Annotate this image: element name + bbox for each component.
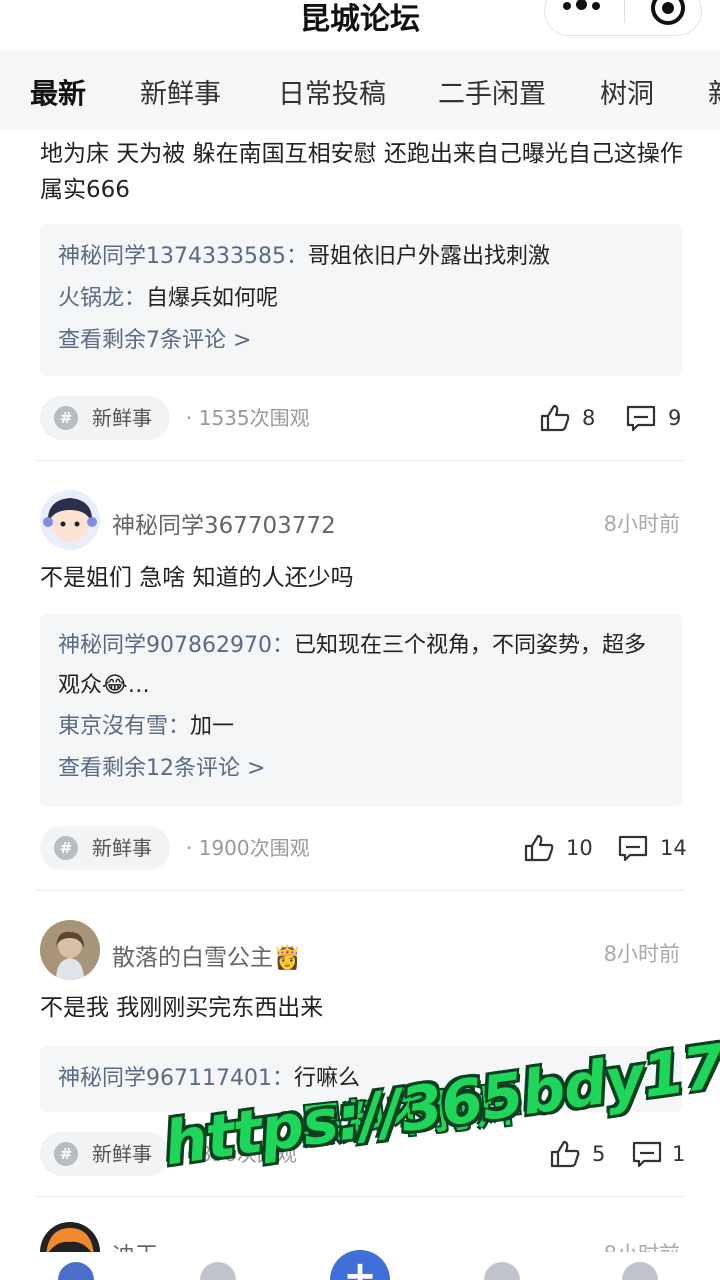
comment-author[interactable]: 神秘同学967117401： xyxy=(58,1066,294,1091)
hash-icon: # xyxy=(54,836,78,860)
post-author-name[interactable]: 神秘同学367703772 xyxy=(112,506,336,540)
divider xyxy=(36,460,684,461)
more-icon[interactable] xyxy=(563,0,607,15)
comment-preview[interactable]: 神秘同学907862970：已知现在三个视角，不同姿势，超多观众😂… 東京沒有雪… xyxy=(40,614,682,806)
comment-author[interactable]: 火锅龙： xyxy=(58,286,146,311)
comment-button[interactable]: 1 xyxy=(632,1132,686,1176)
topic-tag-label: 新鲜事 xyxy=(92,836,152,860)
thumbs-up-icon xyxy=(524,834,554,862)
comment-item: 火锅龙：自爆兵如何呢 xyxy=(58,278,664,320)
comment-author[interactable]: 東京沒有雪： xyxy=(58,714,190,739)
comment-item: 神秘同学907862970：已知现在三个视角，不同姿势，超多观众😂… xyxy=(58,626,664,706)
comment-count: 14 xyxy=(660,836,687,860)
topic-tag-label: 新鲜事 xyxy=(92,1142,152,1166)
category-tabs: 最新 新鲜事 日常投稿 二手闲置 树洞 新 xyxy=(0,50,720,130)
post-footer: # 新鲜事 · 1900次围观 10 14 xyxy=(40,826,687,870)
view-count: · 1535次围观 xyxy=(186,406,310,430)
comment-count: 9 xyxy=(668,406,682,430)
tab-more[interactable]: 新 xyxy=(708,72,720,111)
comment-text: 哥姐依旧户外露出找刺激 xyxy=(307,244,550,269)
post-text[interactable]: 不是姐们 急啥 知道的人还少吗 xyxy=(40,560,690,596)
view-more-comments-link[interactable]: 查看剩余7条评论 > xyxy=(58,320,664,362)
topic-tag[interactable]: # 新鲜事 xyxy=(40,1132,170,1176)
comment-author[interactable]: 神秘同学1374333585： xyxy=(58,244,308,269)
thumbs-up-icon xyxy=(550,1140,580,1168)
comment-author[interactable]: 神秘同学907862970： xyxy=(58,633,294,658)
divider xyxy=(36,890,684,891)
comment-icon xyxy=(626,405,656,432)
post-footer: # 新鲜事 · 1535次围观 8 9 xyxy=(40,396,682,440)
divider xyxy=(36,1196,684,1197)
post-time: 8小时前 xyxy=(603,512,680,536)
avatar[interactable] xyxy=(40,920,100,980)
hash-icon: # xyxy=(54,1142,78,1166)
profile-icon[interactable] xyxy=(622,1262,658,1280)
discover-icon[interactable] xyxy=(200,1262,236,1280)
tab-treehole[interactable]: 树洞 xyxy=(600,72,654,111)
like-button[interactable]: 5 xyxy=(550,1132,610,1176)
tab-latest[interactable]: 最新 xyxy=(30,72,86,112)
avatar[interactable] xyxy=(40,490,100,550)
comment-icon xyxy=(632,1141,662,1168)
comment-text: 自爆兵如何呢 xyxy=(146,286,279,311)
like-button[interactable]: 8 xyxy=(540,396,600,440)
thumbs-up-icon xyxy=(540,404,570,432)
tab-daily-submission[interactable]: 日常投稿 xyxy=(278,72,386,111)
tab-fresh[interactable]: 新鲜事 xyxy=(140,72,221,111)
comment-icon xyxy=(618,835,648,862)
avatar-image xyxy=(40,920,100,980)
post-author-name[interactable]: 散落的白雪公主👸 xyxy=(112,938,302,972)
comment-count: 1 xyxy=(672,1142,686,1166)
comment-button[interactable]: 14 xyxy=(618,826,688,870)
comment-item: 神秘同学1374333585：哥姐依旧户外露出找刺激 xyxy=(58,236,664,278)
bottom-navigation: + xyxy=(0,1250,720,1280)
message-icon[interactable] xyxy=(484,1262,520,1280)
mini-program-capsule xyxy=(544,0,702,36)
header-bar: 昆城论坛 xyxy=(0,0,720,50)
topic-tag[interactable]: # 新鲜事 xyxy=(40,826,170,870)
post-text[interactable]: 地为床 天为被 躲在南国互相安慰 还跑出来自己曝光自己这操作属实666 xyxy=(40,136,690,208)
view-more-comments-link[interactable]: 查看剩余12条评论 > xyxy=(58,748,664,790)
close-target-icon[interactable] xyxy=(651,0,685,25)
tab-secondhand[interactable]: 二手闲置 xyxy=(438,72,546,111)
like-count: 5 xyxy=(592,1142,606,1166)
comment-button[interactable]: 9 xyxy=(626,396,686,440)
avatar-image xyxy=(40,490,100,550)
topic-tag[interactable]: # 新鲜事 xyxy=(40,396,170,440)
post-plus-button[interactable]: + xyxy=(330,1250,390,1280)
view-count: · 1900次围观 xyxy=(186,836,310,860)
comment-item: 東京沒有雪：加一 xyxy=(58,706,664,748)
hash-icon: # xyxy=(54,406,78,430)
comment-preview[interactable]: 神秘同学1374333585：哥姐依旧户外露出找刺激 火锅龙：自爆兵如何呢 查看… xyxy=(40,224,682,376)
topic-tag-label: 新鲜事 xyxy=(92,406,152,430)
like-count: 8 xyxy=(582,406,596,430)
home-icon[interactable] xyxy=(58,1262,94,1280)
like-count: 10 xyxy=(566,836,593,860)
post-time: 8小时前 xyxy=(603,942,680,966)
capsule-divider xyxy=(624,0,625,23)
comment-text: 加一 xyxy=(190,714,235,739)
post-text[interactable]: 不是我 我刚刚买完东西出来 xyxy=(40,990,690,1026)
like-button[interactable]: 10 xyxy=(524,826,594,870)
